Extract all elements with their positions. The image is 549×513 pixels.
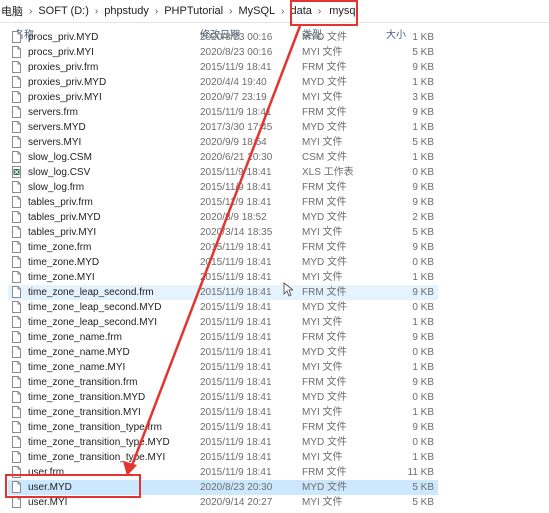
annotation-arrow	[123, 25, 302, 476]
mouse-cursor-icon	[283, 282, 293, 297]
file-explorer-window: 电脑 › SOFT (D:) › phpstudy › PHPTutorial › MySQL ›…	[0, 0, 549, 513]
